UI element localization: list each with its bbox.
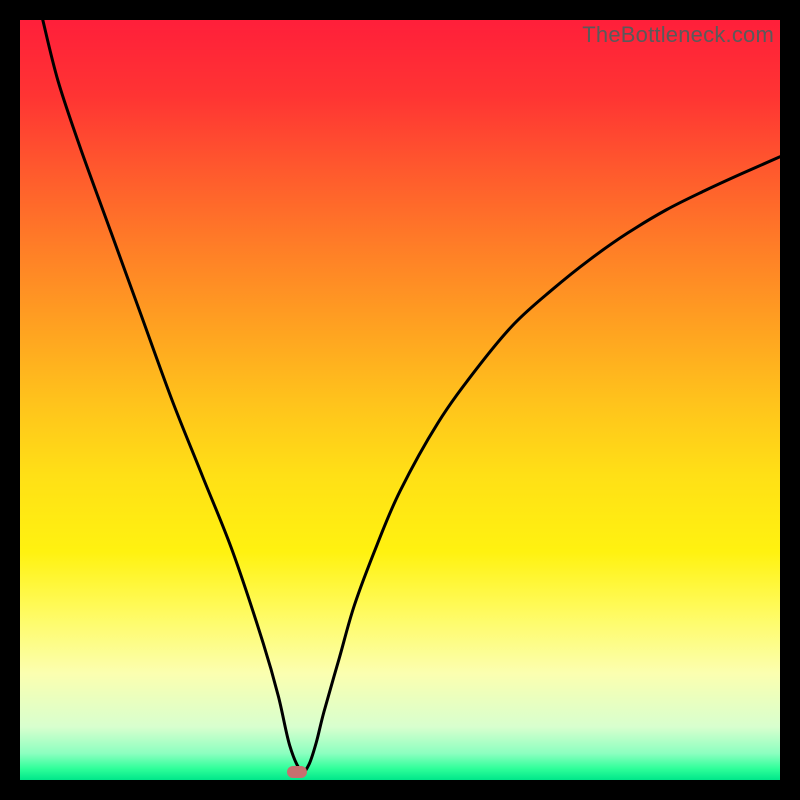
chart-frame: TheBottleneck.com	[20, 20, 780, 780]
curve-layer	[20, 20, 780, 780]
watermark-text: TheBottleneck.com	[582, 22, 774, 48]
bottleneck-curve	[43, 20, 780, 772]
optimal-point-marker	[287, 766, 307, 778]
